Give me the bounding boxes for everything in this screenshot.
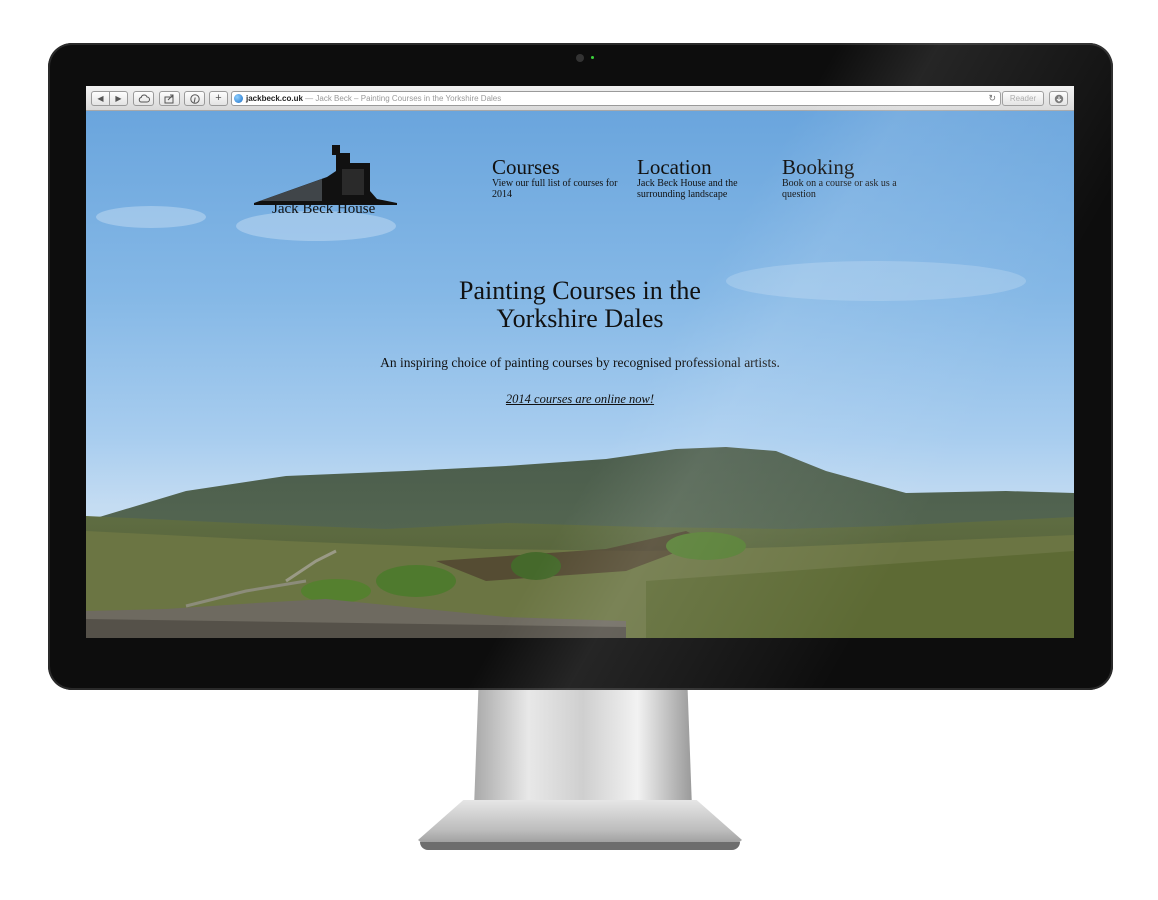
- download-icon: [1054, 94, 1063, 104]
- nav-courses-title[interactable]: Courses: [492, 156, 622, 178]
- cloud-icon: [138, 94, 150, 103]
- nav-booking[interactable]: Booking Book on a course or ask us a que…: [782, 156, 912, 200]
- back-button[interactable]: ◀: [91, 91, 110, 106]
- url-domain: jackbeck.co.uk: [246, 94, 303, 103]
- hero-subtitle: An inspiring choice of painting courses …: [380, 355, 780, 370]
- hero-title-line2: Yorkshire Dales: [496, 304, 664, 333]
- courses-online-link[interactable]: 2014 courses are online now!: [480, 392, 680, 407]
- share-icon: [164, 94, 174, 104]
- forward-arrow-icon: ▶: [115, 94, 122, 103]
- hero-title: Painting Courses in the Yorkshire Dales: [390, 277, 770, 333]
- icloud-tabs-button[interactable]: [133, 91, 154, 106]
- camera: [576, 54, 584, 62]
- nav-booking-desc: Book on a course or ask us a question: [782, 178, 897, 200]
- nav-location[interactable]: Location Jack Beck House and the surroun…: [637, 156, 767, 200]
- nav-location-title[interactable]: Location: [637, 156, 767, 178]
- cloud: [96, 206, 206, 228]
- share-button[interactable]: [159, 91, 180, 106]
- screen: ◀ ▶ + jackbeck.co.uk — Jack Beck – Paint…: [86, 86, 1074, 638]
- reload-icon[interactable]: ↻: [988, 92, 996, 105]
- back-arrow-icon: ◀: [97, 94, 104, 103]
- url-text: jackbeck.co.uk — Jack Beck – Painting Co…: [246, 92, 501, 105]
- forward-button[interactable]: ▶: [109, 91, 128, 106]
- landscape-photo: [86, 447, 1074, 638]
- add-bookmark-button[interactable]: +: [209, 91, 228, 106]
- stand-base-edge: [420, 842, 740, 850]
- web-page: Jack Beck House Courses View our full li…: [86, 111, 1074, 638]
- cloud: [726, 261, 1026, 301]
- downloads-button[interactable]: [1049, 91, 1068, 106]
- browser-toolbar: ◀ ▶ + jackbeck.co.uk — Jack Beck – Paint…: [86, 86, 1074, 111]
- nav-booking-title[interactable]: Booking: [782, 156, 912, 178]
- url-separator: —: [302, 94, 316, 103]
- page-title: Jack Beck – Painting Courses in the York…: [315, 94, 502, 103]
- globe-icon: [234, 94, 243, 103]
- nav-courses[interactable]: Courses View our full list of courses fo…: [492, 156, 622, 200]
- camera-led: [591, 56, 594, 59]
- monitor-stand: [474, 690, 692, 808]
- nav-location-desc: Jack Beck House and the surrounding land…: [637, 178, 738, 200]
- address-bar[interactable]: jackbeck.co.uk — Jack Beck – Painting Co…: [231, 91, 1001, 106]
- logo-text[interactable]: Jack Beck House: [272, 201, 375, 218]
- pinterest-icon: [189, 94, 200, 104]
- nav-courses-desc: View our full list of courses for 2014: [492, 178, 618, 200]
- reader-button[interactable]: Reader: [1002, 91, 1044, 106]
- hero-title-line1: Painting Courses in the: [459, 276, 701, 305]
- pinterest-button[interactable]: [184, 91, 205, 106]
